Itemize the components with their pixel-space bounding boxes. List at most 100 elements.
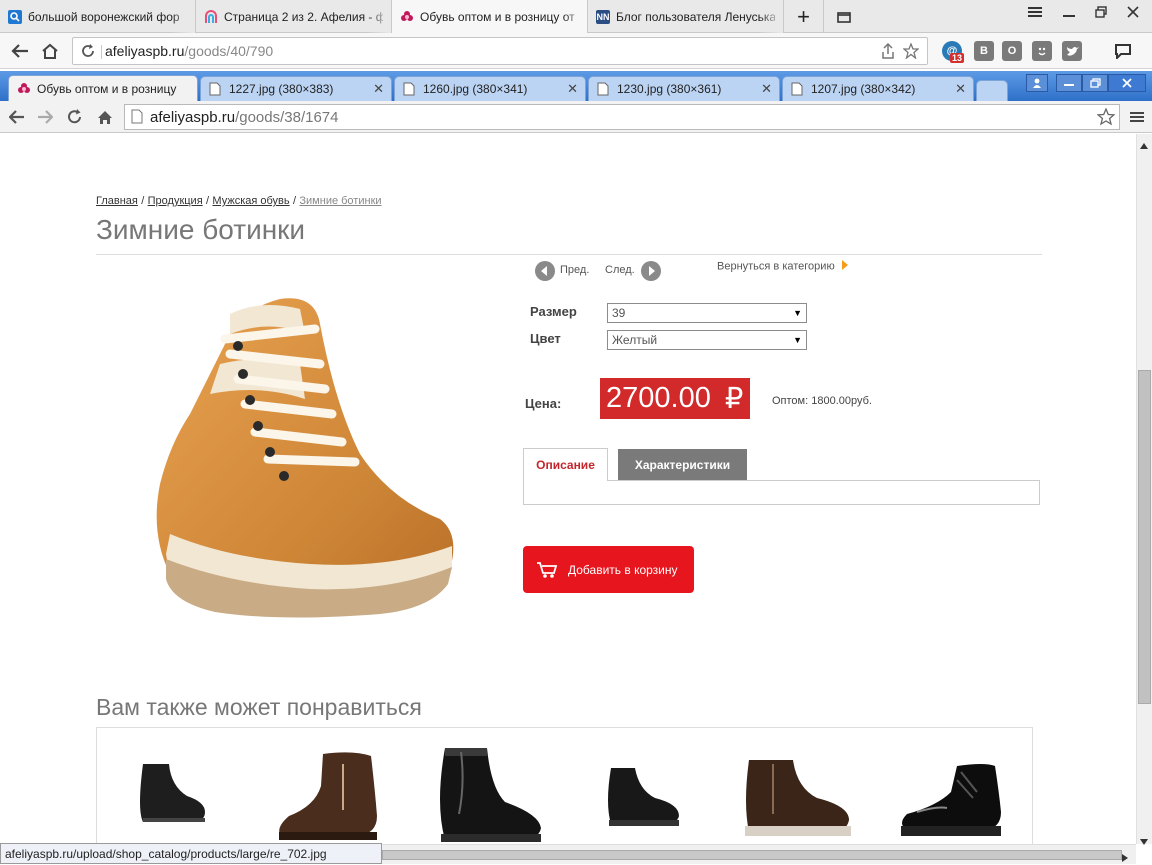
color-select[interactable]: Желтый ▼ [607, 330, 807, 350]
smile-icon[interactable] [1032, 41, 1052, 61]
breadcrumb-link-products[interactable]: Продукция [148, 195, 203, 207]
outer-tab-strip: большой воронежский фор Страница 2 из 2.… [0, 0, 1152, 34]
size-label: Размер [530, 304, 577, 319]
inner-tab-5[interactable]: 1207.jpg (380×342) ✕ [782, 76, 974, 101]
inner-tab-4[interactable]: 1230.jpg (380×361) ✕ [588, 76, 780, 101]
outer-tab-4-title: Блог пользователя Ленуська [616, 9, 775, 24]
tab-content-panel [523, 480, 1040, 505]
forward-arrow-icon[interactable] [34, 106, 56, 128]
scroll-up-icon[interactable] [1140, 138, 1148, 152]
restore-icon[interactable] [1082, 74, 1108, 92]
odnoklassniki-icon[interactable]: О [1002, 41, 1022, 61]
size-select-value: 39 [612, 306, 626, 320]
user-icon[interactable] [1026, 74, 1048, 92]
vertical-scrollbar[interactable] [1136, 134, 1152, 845]
flower-favicon-icon [17, 82, 31, 96]
close-tab-icon[interactable]: ✕ [761, 81, 772, 97]
reload-icon[interactable] [81, 44, 95, 61]
share-icon[interactable] [881, 42, 895, 62]
inner-toolbar: afeliyaspb.ru/goods/38/1674 [0, 101, 1152, 133]
add-to-cart-label: Добавить в корзину [568, 562, 678, 577]
inner-url-text: afeliyaspb.ru/goods/38/1674 [150, 108, 339, 126]
close-window-icon[interactable] [1116, 0, 1150, 24]
close-tab-icon[interactable]: ✕ [955, 81, 966, 97]
boot-thumbnail [279, 752, 377, 840]
recommend-item[interactable] [273, 750, 383, 844]
horizontal-scrollbar[interactable] [382, 844, 1136, 864]
outer-address-bar[interactable]: afeliyaspb.ru/goods/40/790 [72, 37, 928, 65]
scrollbar-thumb[interactable] [1138, 370, 1151, 704]
add-to-cart-button[interactable]: Добавить в корзину [523, 546, 694, 593]
minimize-icon[interactable] [1056, 74, 1082, 92]
wholesale-price: Оптом: 1800.00руб. [772, 395, 872, 407]
new-tab-button[interactable]: + [784, 0, 824, 33]
bookmark-star-icon[interactable] [1096, 107, 1116, 129]
recommend-item[interactable] [135, 760, 209, 829]
outer-tab-3-title: Обувь оптом и в розницу от [420, 10, 575, 24]
flower-favicon-icon [400, 10, 414, 24]
back-to-category-link[interactable]: Вернуться в категорию [717, 260, 848, 273]
restore-icon[interactable] [1084, 0, 1118, 24]
nn-favicon-icon: NN [596, 9, 610, 24]
inner-tab-2-title: 1227.jpg (380×383) [229, 82, 334, 96]
bookmark-star-icon[interactable] [902, 42, 920, 62]
breadcrumb-separator: / [141, 195, 145, 207]
recommend-item[interactable] [743, 754, 853, 841]
inner-tab-strip: Обувь оптом и в розницу 1227.jpg (380×38… [0, 71, 1152, 101]
tab-description[interactable]: Описание [523, 448, 608, 481]
vk-icon[interactable]: В [974, 41, 994, 61]
scroll-right-icon[interactable] [1122, 851, 1128, 865]
breadcrumb-link-mens-shoes[interactable]: Мужская обувь [212, 195, 289, 207]
price-value: 2700.00 [606, 382, 711, 414]
chat-icon[interactable] [1110, 39, 1136, 63]
inner-tab-3[interactable]: 1260.jpg (380×341) ✕ [394, 76, 586, 101]
tab-list-icon [837, 11, 851, 23]
close-tab-icon[interactable]: ✕ [567, 81, 578, 97]
outer-tab-3[interactable]: Обувь оптом и в розницу от [392, 0, 588, 34]
tab-list-button[interactable] [824, 0, 864, 33]
inner-tab-4-title: 1230.jpg (380×361) [617, 82, 722, 96]
minimize-icon[interactable] [1052, 0, 1086, 24]
outer-toolbar: afeliyaspb.ru/goods/40/790 @ 13 В О [0, 33, 1152, 69]
menu-icon[interactable] [1126, 106, 1148, 128]
recommend-item[interactable] [431, 744, 545, 844]
back-arrow-icon[interactable] [6, 106, 28, 128]
document-icon [791, 82, 805, 96]
dropdown-arrow-icon: ▼ [793, 308, 802, 318]
inner-address-bar[interactable]: afeliyaspb.ru/goods/38/1674 [124, 104, 1120, 130]
reload-icon[interactable] [64, 106, 86, 128]
tab-specs[interactable]: Характеристики [618, 449, 747, 481]
home-icon[interactable] [38, 39, 62, 63]
search-favicon-icon [8, 9, 22, 24]
boot-thumbnail [745, 760, 851, 836]
size-select[interactable]: 39 ▼ [607, 303, 807, 323]
page-title: Зимние ботинки [96, 214, 306, 245]
page-icon [131, 109, 143, 127]
next-link[interactable]: След. [605, 264, 635, 276]
outer-tab-2[interactable]: Страница 2 из 2. Афелия - ф [196, 0, 392, 33]
inner-tab-3-title: 1260.jpg (380×341) [423, 82, 528, 96]
inner-new-tab-button[interactable] [976, 80, 1008, 101]
status-bar-url: afeliyaspb.ru/upload/shop_catalog/produc… [0, 843, 382, 864]
h-scrollbar-thumb[interactable] [382, 850, 1122, 860]
ruble-icon: ₽ [724, 383, 744, 415]
outer-tab-1[interactable]: большой воронежский фор [0, 0, 196, 33]
recommend-item[interactable] [605, 764, 683, 831]
product-image[interactable] [130, 284, 470, 624]
back-arrow-icon[interactable] [8, 39, 32, 63]
inner-tab-5-title: 1207.jpg (380×342) [811, 82, 916, 96]
recommend-item[interactable] [897, 762, 1003, 841]
inner-tab-1[interactable]: Обувь оптом и в розницу [8, 75, 198, 101]
prev-link[interactable]: Пред. [560, 264, 589, 276]
scroll-down-icon[interactable] [1140, 834, 1148, 848]
inner-tab-2[interactable]: 1227.jpg (380×383) ✕ [200, 76, 392, 101]
outer-tab-4[interactable]: NN Блог пользователя Ленуська [588, 0, 784, 33]
twitter-icon[interactable] [1062, 41, 1082, 61]
close-tab-icon[interactable]: ✕ [373, 81, 384, 97]
next-arrow-icon[interactable] [641, 261, 661, 281]
close-window-icon[interactable] [1108, 74, 1146, 92]
prev-arrow-icon[interactable] [535, 261, 555, 281]
breadcrumb-link-home[interactable]: Главная [96, 195, 138, 207]
home-icon[interactable] [94, 106, 116, 128]
menu-icon[interactable] [1018, 0, 1052, 24]
